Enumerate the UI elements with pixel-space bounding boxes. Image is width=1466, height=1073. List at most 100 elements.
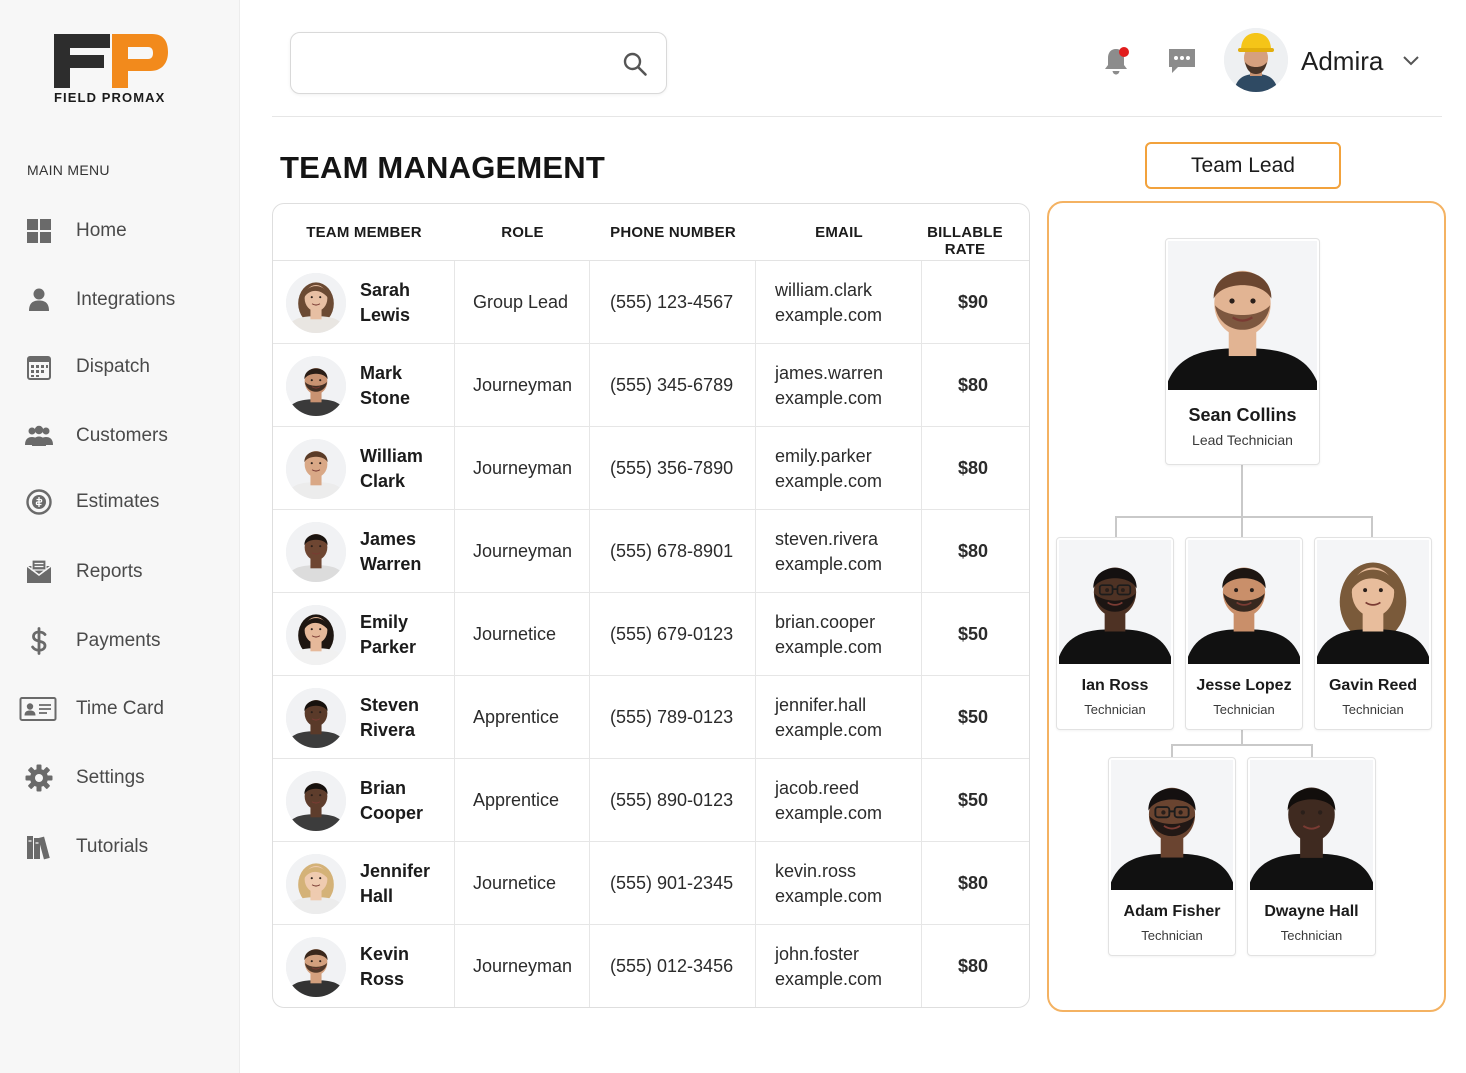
- member-avatar: [286, 770, 346, 831]
- org-card-lead[interactable]: Sean Collins Lead Technician: [1165, 238, 1320, 465]
- rate-cell: $80: [957, 956, 989, 976]
- rate-cell: $80: [957, 541, 989, 561]
- org-card-technician[interactable]: Gavin Reed Technician: [1314, 537, 1432, 730]
- rate-cell: $80: [957, 458, 989, 478]
- sidebar-item-payments[interactable]: Payments: [0, 613, 240, 669]
- sidebar-item-estimates[interactable]: Estimates: [0, 474, 240, 530]
- org-photo: [1188, 540, 1300, 664]
- rate-cell: $90: [957, 292, 989, 312]
- org-card-technician[interactable]: Adam Fisher Technician: [1108, 757, 1236, 956]
- member-name[interactable]: Kevin Ross: [360, 942, 450, 992]
- gear-icon: [22, 761, 56, 795]
- member-name[interactable]: Steven Rivera: [360, 693, 450, 743]
- sidebar-item-settings[interactable]: Settings: [0, 750, 240, 806]
- team-lead-button[interactable]: Team Lead: [1145, 142, 1341, 189]
- email-text[interactable]: william.clark example.com: [775, 278, 882, 328]
- email-text[interactable]: jennifer.hall example.com: [775, 693, 882, 743]
- email-text[interactable]: steven.rivera example.com: [775, 527, 882, 577]
- email-text[interactable]: kevin.ross example.com: [775, 859, 882, 909]
- sidebar-item-time-card[interactable]: Time Card: [0, 681, 240, 737]
- table-row[interactable]: Jennifer Hall Journetice (555) 901-2345 kev…: [273, 842, 1029, 925]
- member-name[interactable]: William Clark: [360, 444, 450, 494]
- email-text[interactable]: jacob.reed example.com: [775, 776, 882, 826]
- sidebar-item-integrations[interactable]: Integrations: [0, 272, 240, 328]
- email-cell: jacob.reed example.com: [775, 759, 921, 842]
- org-card-role: Technician: [1213, 702, 1275, 717]
- member-avatar: [286, 853, 346, 914]
- books-icon: [22, 830, 56, 864]
- sidebar-item-dispatch[interactable]: Dispatch: [0, 339, 240, 395]
- sidebar-item-label: Estimates: [76, 491, 160, 512]
- notification-bell-icon[interactable]: [1100, 44, 1132, 78]
- table-row[interactable]: Brian Cooper Apprentice (555) 890-0123 jaco…: [273, 759, 1029, 842]
- member-name[interactable]: Brian Cooper: [360, 776, 450, 826]
- user-avatar[interactable]: [1224, 28, 1288, 92]
- sidebar-item-label: Dispatch: [76, 356, 150, 377]
- table-row[interactable]: Steven Rivera Apprentice (555) 789-0123 jen…: [273, 676, 1029, 759]
- email-text[interactable]: emily.parker example.com: [775, 444, 882, 494]
- main-menu-title: MAIN MENU: [27, 162, 110, 178]
- org-connector: [1371, 516, 1373, 537]
- org-card-role: Technician: [1084, 702, 1146, 717]
- org-card-role: Technician: [1342, 702, 1404, 717]
- member-name[interactable]: Emily Parker: [360, 610, 450, 660]
- role-cell: Apprentice: [473, 707, 560, 727]
- field-promax-logo[interactable]: FIELD PROMAX: [54, 32, 174, 106]
- member-name[interactable]: Jennifer Hall: [360, 859, 450, 909]
- member-cell: Mark Stone: [273, 344, 454, 427]
- dollar-icon: [22, 624, 56, 658]
- rate-cell: $50: [957, 624, 989, 644]
- org-card-name: Adam Fisher: [1123, 903, 1221, 920]
- user-name[interactable]: Admira: [1301, 46, 1383, 77]
- column-header-phone[interactable]: PHONE NUMBER: [590, 224, 756, 241]
- sidebar-item-reports[interactable]: Reports: [0, 544, 240, 600]
- table-row[interactable]: Kevin Ross Journeyman (555) 012-3456 john.f…: [273, 925, 1029, 1007]
- user-portrait-icon: [1224, 28, 1288, 92]
- member-name[interactable]: Mark Stone: [360, 361, 450, 411]
- org-card-technician[interactable]: Ian Ross Technician: [1056, 537, 1174, 730]
- column-header-billable-rate[interactable]: BILLABLE RATE: [905, 224, 1025, 258]
- search-input[interactable]: [307, 47, 607, 79]
- member-name[interactable]: Sarah Lewis: [360, 278, 450, 328]
- sidebar-item-tutorials[interactable]: Tutorials: [0, 819, 240, 875]
- org-connector: [1115, 516, 1117, 537]
- org-card-name: Gavin Reed: [1328, 677, 1418, 694]
- chevron-down-icon[interactable]: [1402, 54, 1420, 68]
- phone-cell: (555) 678-8901: [610, 541, 734, 561]
- org-card-name: Ian Ross: [1081, 677, 1149, 694]
- sidebar-item-label: Reports: [76, 561, 143, 582]
- rate-cell: $80: [957, 873, 989, 893]
- id-card-icon: [18, 692, 58, 726]
- org-photo: [1059, 540, 1171, 664]
- table-row[interactable]: Emily Parker Journetice (555) 679-0123 bria…: [273, 593, 1029, 676]
- sidebar-item-label: Integrations: [76, 289, 176, 310]
- sidebar-item-home[interactable]: Home: [0, 203, 240, 259]
- table-row[interactable]: William Clark Journeyman (555) 356-7890 emi…: [273, 427, 1029, 510]
- table-row[interactable]: Mark Stone Journeyman (555) 345-6789 james.…: [273, 344, 1029, 427]
- member-name[interactable]: James Warren: [360, 527, 450, 577]
- table-row[interactable]: Sarah Lewis Group Lead (555) 123-4567 willi…: [273, 261, 1029, 344]
- column-header-email[interactable]: EMAIL: [756, 224, 922, 241]
- sidebar-item-label: Time Card: [76, 698, 164, 719]
- chat-icon[interactable]: [1166, 46, 1198, 76]
- column-header-team-member[interactable]: TEAM MEMBER: [273, 224, 455, 241]
- group-icon: [22, 419, 56, 453]
- logo-mark-icon: [54, 34, 168, 88]
- email-text[interactable]: james.warren example.com: [775, 361, 883, 411]
- role-cell: Journeyman: [473, 458, 573, 478]
- email-text[interactable]: john.foster example.com: [775, 942, 882, 992]
- role-cell: Journetice: [473, 624, 557, 644]
- column-header-role[interactable]: ROLE: [455, 224, 590, 241]
- member-avatar: [286, 355, 346, 416]
- search-icon[interactable]: [622, 51, 648, 77]
- sidebar-item-customers[interactable]: Customers: [0, 408, 240, 464]
- email-text[interactable]: brian.cooper example.com: [775, 610, 882, 660]
- org-card-technician[interactable]: Dwayne Hall Technician: [1247, 757, 1376, 956]
- member-cell: William Clark: [273, 427, 454, 510]
- phone-cell: (555) 901-2345: [610, 873, 734, 893]
- org-card-technician[interactable]: Jesse Lopez Technician: [1185, 537, 1303, 730]
- rate-cell: $50: [957, 707, 989, 727]
- table-row[interactable]: James Warren Journeyman (555) 678-8901 stev…: [273, 510, 1029, 593]
- sidebar-item-label: Payments: [76, 630, 161, 651]
- org-connector: [1311, 744, 1313, 757]
